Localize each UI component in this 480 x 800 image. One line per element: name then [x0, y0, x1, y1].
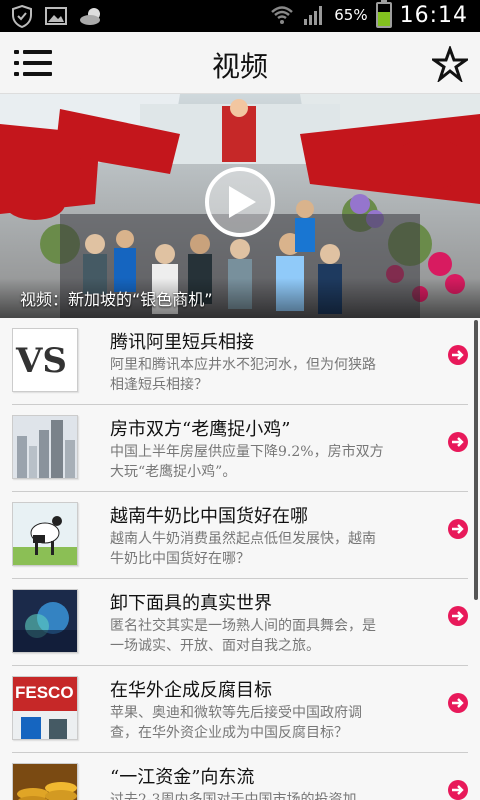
play-icon[interactable]: [205, 167, 275, 237]
list-item[interactable]: 卸下面具的真实世界 匿名社交其实是一场熟人间的面具舞会，是 一场诚实、开放、面对自…: [12, 579, 468, 666]
star-icon[interactable]: [432, 46, 468, 82]
list-item[interactable]: FESCO 在华外企成反腐目标 苹果、奥迪和微软等先后接受中国政府调 查，在华外资…: [12, 666, 468, 753]
video-caption: 视频：新加坡的“银色商机”: [20, 290, 213, 309]
article-description: 阿里和腾讯本应井水不犯河水，但为何狭路 相逢短兵相接？: [110, 357, 376, 393]
list-item[interactable]: 越南牛奶比中国货好在哪 越南人牛奶消费虽然起点低但发展快，越南 牛奶比中国货好在哪…: [12, 492, 468, 579]
scrollbar[interactable]: [474, 320, 478, 600]
shield-icon: [12, 4, 32, 28]
page-title: 视频: [211, 50, 268, 83]
title-bar: 视频: [0, 32, 480, 94]
article-description: 中国上半年房屋供应量下降9.2%，房市双方 大玩“老鹰捉小鸡”。: [110, 444, 384, 480]
article-thumbnail: [12, 502, 78, 566]
article-description: 苹果、奥迪和微软等先后接受中国政府调 查，在华外资企业成为中国反腐目标？: [110, 705, 362, 741]
article-title: 房市双方“老鹰捉小鸡”: [110, 419, 291, 440]
arrow-right-icon[interactable]: [448, 693, 468, 713]
arrow-right-icon[interactable]: [448, 432, 468, 452]
article-description: 过去2-3周内多国对于中国市场的投资加: [110, 792, 357, 800]
arrow-right-icon[interactable]: [448, 606, 468, 626]
article-title: 卸下面具的真实世界: [110, 593, 272, 614]
image-icon: [45, 7, 67, 25]
article-thumbnail: [12, 415, 78, 479]
article-description: 越南人牛奶消费虽然起点低但发展快，越南 牛奶比中国货好在哪？: [110, 531, 376, 567]
battery-icon: [375, 0, 392, 28]
battery-percent: 65%: [334, 6, 368, 24]
arrow-right-icon[interactable]: [448, 780, 468, 800]
arrow-right-icon[interactable]: [448, 519, 468, 539]
article-description: 匿名社交其实是一场熟人间的面具舞会，是 一场诚实、开放、面对自我之旅。: [110, 618, 376, 654]
article-title: 越南牛奶比中国货好在哪: [110, 506, 308, 527]
article-thumbnail: VS: [12, 328, 78, 392]
featured-video[interactable]: 视频：新加坡的“银色商机”: [0, 94, 480, 318]
clock: 16:14: [399, 2, 468, 28]
article-title: 在华外企成反腐目标: [110, 680, 272, 701]
list-item[interactable]: VS 腾讯阿里短兵相接 阿里和腾讯本应井水不犯河水，但为何狭路 相逢短兵相接？: [12, 318, 468, 405]
article-list: VS 腾讯阿里短兵相接 阿里和腾讯本应井水不犯河水，但为何狭路 相逢短兵相接？ 房…: [0, 318, 480, 800]
signal-icon: [304, 6, 323, 25]
list-item[interactable]: “一江资金”向东流 过去2-3周内多国对于中国市场的投资加: [12, 753, 468, 800]
status-bar: 65% 16:14: [0, 0, 480, 32]
article-title: 腾讯阿里短兵相接: [110, 332, 254, 353]
article-title: “一江资金”向东流: [110, 767, 255, 788]
article-thumbnail: FESCO: [12, 676, 78, 740]
article-thumbnail: [12, 763, 78, 800]
weather-icon: [80, 8, 100, 25]
article-thumbnail: [12, 589, 78, 653]
list-item[interactable]: 房市双方“老鹰捉小鸡” 中国上半年房屋供应量下降9.2%，房市双方 大玩“老鹰捉小…: [12, 405, 468, 492]
wifi-icon: [271, 6, 294, 24]
arrow-right-icon[interactable]: [448, 345, 468, 365]
